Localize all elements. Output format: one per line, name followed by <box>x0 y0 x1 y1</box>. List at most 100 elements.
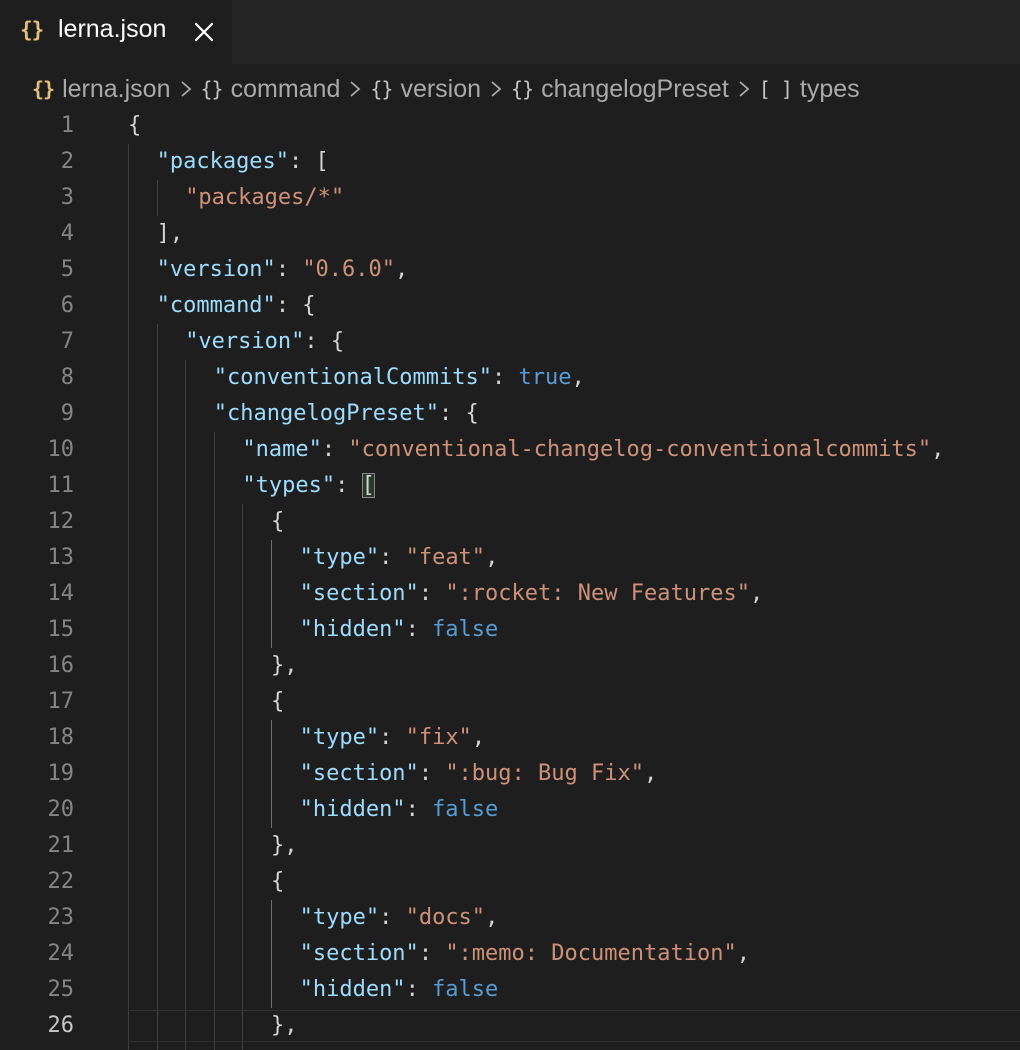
code-text: { <box>271 504 284 540</box>
code-text: "version": "0.6.0", <box>157 252 409 288</box>
object-icon: {} <box>370 77 393 101</box>
code-line[interactable]: 11 "types": [ <box>0 468 1020 504</box>
json-string: ":rocket: New Features" <box>445 581 750 606</box>
code-text: }, <box>271 1008 298 1044</box>
code-text: "types": [ <box>242 468 375 504</box>
line-number: 17 <box>47 689 75 714</box>
breadcrumb-item-lerna-json[interactable]: {} lerna.json <box>32 75 171 104</box>
code-text: "hidden": false <box>300 792 499 828</box>
line-number: 16 <box>47 653 75 678</box>
code-line[interactable]: 22 { <box>0 864 1020 900</box>
json-string: "conventional-changelog-conventionalcomm… <box>348 437 932 462</box>
indent-guide <box>156 1044 158 1050</box>
json-string: "docs" <box>405 905 486 930</box>
code-line[interactable]: 12 { <box>0 504 1020 540</box>
json-punctuation: : <box>379 545 406 570</box>
json-boolean: false <box>432 797 499 822</box>
json-punctuation: : <box>335 473 362 498</box>
json-key: "type" <box>299 545 380 570</box>
code-line[interactable]: 3 "packages/*" <box>0 180 1020 216</box>
code-text: "packages": [ <box>157 144 329 180</box>
line-number: 6 <box>60 293 74 318</box>
code-line[interactable]: 9 "changelogPreset": { <box>0 396 1020 432</box>
code-text: "hidden": false <box>300 612 499 648</box>
json-file-icon: {} <box>20 18 44 42</box>
code-text: "type": "feat", <box>300 540 499 576</box>
code-line[interactable]: 8 "conventionalCommits": true, <box>0 360 1020 396</box>
code-text: "hidden": false <box>300 972 499 1008</box>
code-line[interactable]: 4], <box>0 216 1020 252</box>
code-line[interactable]: 23 "type": "docs", <box>0 900 1020 936</box>
code-line[interactable]: 2 "packages": [ <box>0 144 1020 180</box>
json-punctuation: : <box>418 581 446 606</box>
code-text: "type": "fix", <box>300 720 485 756</box>
code-editor[interactable]: 1{2 "packages": [ 3 "packages/*" 4], 5 "versio… <box>0 108 1020 1050</box>
line-number: 23 <box>47 905 75 930</box>
json-punctuation: : <box>405 797 433 822</box>
code-line[interactable]: 15 "hidden": false <box>0 612 1020 648</box>
code-text: "packages/*" <box>185 180 344 216</box>
code-line[interactable]: 17 { <box>0 684 1020 720</box>
code-line[interactable]: 1{ <box>0 108 1020 144</box>
code-line[interactable]: 25 "hidden": false <box>0 972 1020 1008</box>
code-line[interactable]: 14 "section": ":rocket: New Features", <box>0 576 1020 612</box>
breadcrumb-item-types[interactable]: [ ] types <box>759 75 860 104</box>
json-string: "packages/*" <box>185 185 345 210</box>
code-text: "section": ":memo: Documentation", <box>300 936 750 972</box>
line-number: 3 <box>60 185 74 210</box>
code-line[interactable]: 16}, <box>0 648 1020 684</box>
code-line[interactable]: 13 "type": "feat", <box>0 540 1020 576</box>
line-number: 9 <box>60 401 74 426</box>
code-line[interactable]: 24 "section": ":memo: Documentation", <box>0 936 1020 972</box>
code-line[interactable]: 6 "command": { <box>0 288 1020 324</box>
line-number: 12 <box>47 509 75 534</box>
code-text: "conventionalCommits": true, <box>214 360 585 396</box>
line-number: 21 <box>47 833 75 858</box>
code-line[interactable]: 7 "version": { <box>0 324 1020 360</box>
json-punctuation: : { <box>304 329 345 354</box>
json-punctuation: , <box>571 365 585 390</box>
breadcrumb-item-version[interactable]: {} version <box>370 75 481 104</box>
breadcrumb-item-changelogpreset[interactable]: {} changelogPreset <box>511 75 729 104</box>
editor-window: {} lerna.json {} lerna.json {} command {} ver… <box>0 0 1020 1050</box>
tab-lerna-json[interactable]: {} lerna.json <box>0 0 232 64</box>
code-text: { <box>271 684 284 720</box>
code-line[interactable]: 10 "name": "conventional-changelog-conven… <box>0 432 1020 468</box>
json-string: "fix" <box>405 725 472 750</box>
chevron-right-icon <box>348 79 362 99</box>
json-punctuation: }, <box>271 1013 298 1038</box>
code-text: { <box>128 108 141 144</box>
json-key: "section" <box>299 941 419 966</box>
json-punctuation: : { <box>438 401 479 426</box>
code-line[interactable]: 18 "type": "fix", <box>0 720 1020 756</box>
code-text: { <box>271 864 284 900</box>
code-text: "name": "conventional-changelog-conventi… <box>242 432 944 468</box>
json-punctuation: ], <box>156 221 184 246</box>
code-line[interactable]: 26}, <box>0 1008 1020 1044</box>
code-text: ], <box>157 216 184 252</box>
json-string: "feat" <box>405 545 486 570</box>
code-line[interactable]: 19 "section": ":bug: Bug Fix", <box>0 756 1020 792</box>
code-line[interactable]: 20 "hidden": false <box>0 792 1020 828</box>
code-line[interactable]: 21}, <box>0 828 1020 864</box>
json-punctuation: : <box>379 905 406 930</box>
json-key: "version" <box>185 329 305 354</box>
code-text: }, <box>271 648 298 684</box>
json-punctuation: : { <box>275 293 316 318</box>
breadcrumb-item-command[interactable]: {} command <box>201 75 341 104</box>
json-punctuation: : <box>379 725 406 750</box>
code-text: "type": "docs", <box>300 900 499 936</box>
json-punctuation: , <box>749 581 764 606</box>
json-punctuation: , <box>395 257 409 282</box>
json-key: "type" <box>299 725 380 750</box>
line-number: 10 <box>47 437 75 462</box>
close-icon[interactable] <box>192 20 216 44</box>
chevron-right-icon <box>179 79 193 99</box>
line-number: 15 <box>47 617 75 642</box>
line-number: 18 <box>47 725 75 750</box>
code-line[interactable]: 5 "version": "0.6.0", <box>0 252 1020 288</box>
json-punctuation: , <box>485 905 499 930</box>
breadcrumb-label: changelogPreset <box>541 74 729 103</box>
json-punctuation: }, <box>271 833 298 858</box>
json-string: ":bug: Bug Fix" <box>445 761 644 786</box>
